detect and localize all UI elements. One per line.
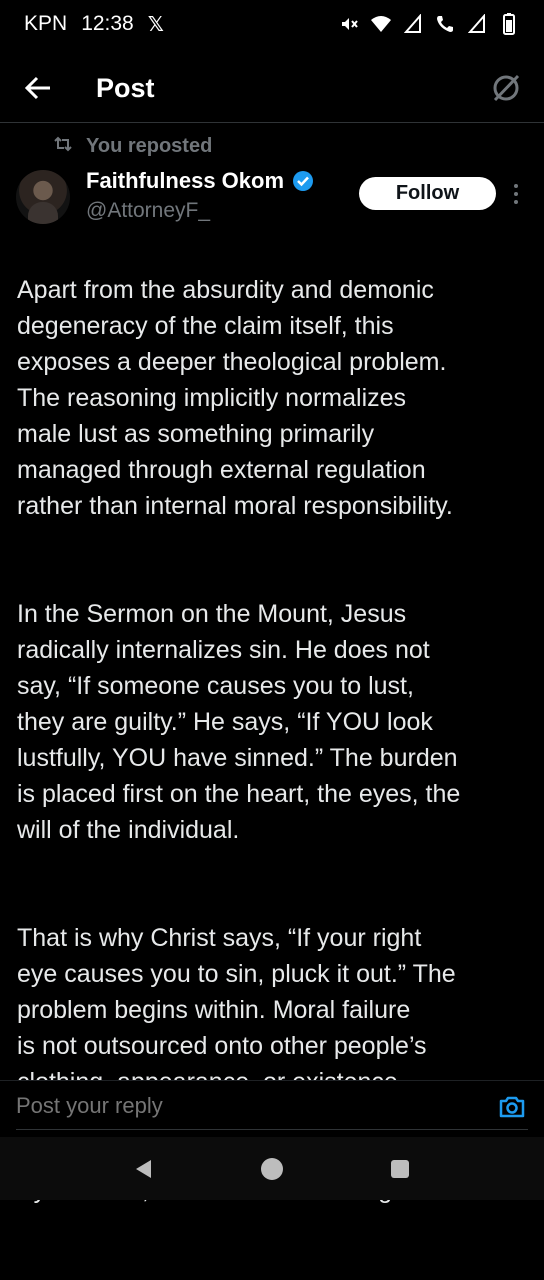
battery-icon <box>498 13 520 35</box>
repost-icon <box>54 135 72 158</box>
wifi-icon <box>370 13 392 35</box>
app-bar: Post <box>0 55 544 121</box>
reply-divider <box>16 1129 528 1130</box>
more-options-icon[interactable] <box>508 178 524 210</box>
repost-indicator: You reposted <box>54 135 212 158</box>
header-divider <box>0 122 544 123</box>
post-paragraph: That is why Christ says, “If your right … <box>17 924 456 1096</box>
author-name[interactable]: Faithfulness Okom <box>86 168 284 194</box>
repost-label: You reposted <box>86 135 213 157</box>
carrier-label: KPN <box>24 12 68 35</box>
verified-badge-icon <box>292 170 314 192</box>
follow-button[interactable]: Follow <box>359 177 496 210</box>
mute-icon <box>338 13 360 35</box>
nav-back-icon[interactable] <box>129 1154 159 1184</box>
reply-bar <box>0 1080 544 1137</box>
system-nav-bar <box>0 1137 544 1200</box>
page-title: Post <box>96 72 155 103</box>
x-logo-icon: 𝕏 <box>147 13 164 36</box>
nav-recents-icon[interactable] <box>385 1154 415 1184</box>
avatar[interactable] <box>16 170 70 224</box>
grok-icon[interactable] <box>490 72 522 104</box>
signal-icon <box>466 13 488 35</box>
post-paragraph: In the Sermon on the Mount, Jesus radica… <box>17 600 461 844</box>
nav-home-icon[interactable] <box>257 1154 287 1184</box>
status-bar: KPN 12:38 𝕏 <box>0 0 544 48</box>
author-name-row[interactable]: Faithfulness Okom <box>86 168 314 194</box>
camera-icon[interactable] <box>497 1092 527 1122</box>
signal-icon <box>402 13 424 35</box>
wifi-calling-icon <box>434 13 456 35</box>
back-arrow-icon[interactable] <box>22 72 54 104</box>
clock: 12:38 <box>81 12 134 35</box>
author-handle[interactable]: @AttorneyF_ <box>86 199 210 223</box>
post-paragraph: Apart from the absurdity and demonic deg… <box>17 276 453 520</box>
reply-input[interactable] <box>16 1091 476 1121</box>
